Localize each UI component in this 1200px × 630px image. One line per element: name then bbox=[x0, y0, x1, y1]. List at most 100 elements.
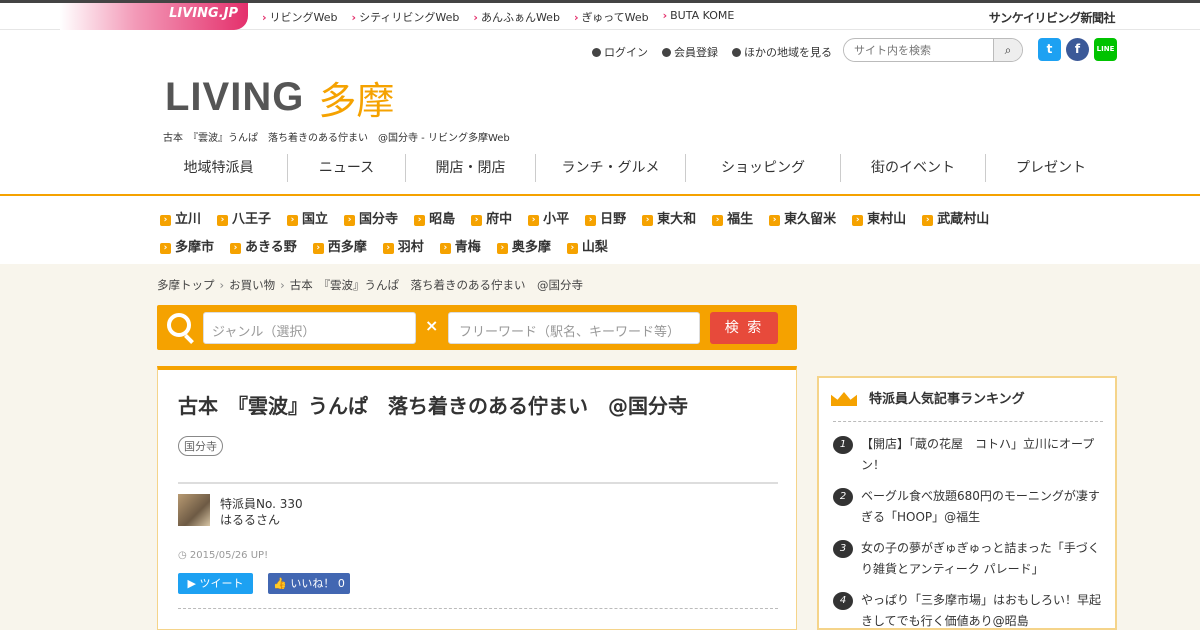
breadcrumb-current: 古本 『雲波』うんぱ 落ち着きのある佇まい @国分寺 bbox=[289, 278, 583, 292]
chevron-right-icon: › bbox=[280, 278, 285, 292]
area-links: 立川 八王子 国立 国分寺 昭島 府中 小平 日野 東大和 福生 東久留米 東村… bbox=[0, 196, 1200, 264]
twitter-icon: ▶ bbox=[187, 577, 200, 590]
nav-lunch-gourmet[interactable]: ランチ・グルメ bbox=[536, 154, 686, 182]
breadcrumb: 多摩トップ › お買い物 › 古本 『雲波』うんぱ 落ち着きのある佇まい @国分寺 bbox=[157, 277, 583, 293]
arrow-icon bbox=[732, 48, 741, 57]
link-anfan-web[interactable]: あんふぁんWeb bbox=[473, 9, 560, 25]
tweet-button[interactable]: ▶ ツイート bbox=[178, 573, 253, 594]
area-higashiyamato[interactable]: 東大和 bbox=[642, 208, 696, 227]
area-kunitachi[interactable]: 国立 bbox=[287, 208, 328, 227]
site-search-input[interactable] bbox=[844, 39, 992, 61]
nav-shopping[interactable]: ショッピング bbox=[686, 154, 841, 182]
rank-number: 2 bbox=[833, 488, 853, 506]
ranking-title: 特派員人気記事ランキング bbox=[869, 391, 1025, 407]
site-header: ログイン 会員登録 ほかの地域を見る ⌕ t f LINE LIVING 多摩 … bbox=[0, 30, 1200, 196]
ranking-item[interactable]: 3 女の子の夢がぎゅぎゅっと詰まった「手づくり雑貨とアンティーク パレード」 bbox=[833, 538, 1103, 580]
area-musashimurayama[interactable]: 武蔵村山 bbox=[922, 208, 989, 227]
arrow-icon bbox=[592, 48, 601, 57]
ranking-item-text: やっぱり「三多摩市場」はおもしろい！早起きしてでも行く価値あり@昭島 bbox=[861, 593, 1102, 628]
area-hachioji[interactable]: 八王子 bbox=[217, 208, 271, 227]
area-fuchu[interactable]: 府中 bbox=[471, 208, 512, 227]
ranking-item[interactable]: 2 ベーグル食べ放題680円のモーニングが凄すぎる「HOOP」@福生 bbox=[833, 486, 1103, 528]
area-hamura[interactable]: 羽村 bbox=[383, 236, 424, 255]
area-kodaira[interactable]: 小平 bbox=[528, 208, 569, 227]
facebook-icon[interactable]: f bbox=[1066, 38, 1089, 61]
global-nav: 地域特派員 ニュース 開店・閉店 ランチ・グルメ ショッピング 街のイベント プ… bbox=[150, 154, 1116, 182]
avatar[interactable] bbox=[178, 494, 210, 526]
breadcrumb-home[interactable]: 多摩トップ bbox=[157, 278, 215, 292]
free-word-input[interactable]: フリーワード（駅名、キーワード等） bbox=[448, 312, 700, 344]
area-row-1: 立川 八王子 国立 国分寺 昭島 府中 小平 日野 東大和 福生 東久留米 東村… bbox=[160, 208, 1005, 227]
times-icon: × bbox=[425, 316, 439, 335]
login-link[interactable]: ログイン bbox=[592, 44, 648, 60]
author-name[interactable]: はるるさん bbox=[220, 511, 280, 528]
thumbs-up-icon: 👍 bbox=[273, 577, 291, 590]
living-jp-logo[interactable]: LIVING.JP bbox=[60, 3, 248, 30]
article-title: 古本 『雲波』うんぱ 落ち着きのある佇まい @国分寺 bbox=[178, 394, 688, 418]
region-name: 多摩 bbox=[318, 79, 395, 123]
rank-number: 4 bbox=[833, 592, 853, 610]
ranking-item-text: 女の子の夢がぎゅぎゅっと詰まった「手づくり雑貨とアンティーク パレード」 bbox=[861, 541, 1100, 576]
crown-icon bbox=[829, 386, 859, 408]
ranking-item[interactable]: 1 【開店】「蔵の花屋 コトハ」立川にオープン！ bbox=[833, 434, 1103, 476]
nav-events[interactable]: 街のイベント bbox=[841, 154, 986, 182]
area-ome[interactable]: 青梅 bbox=[440, 236, 481, 255]
living-wordmark: LIVING bbox=[165, 75, 305, 119]
twitter-icon[interactable]: t bbox=[1038, 38, 1061, 61]
area-akishima[interactable]: 昭島 bbox=[414, 208, 455, 227]
link-city-living-web[interactable]: シティリビングWeb bbox=[352, 9, 459, 25]
sns-links: t f LINE bbox=[1038, 38, 1117, 61]
site-logo[interactable]: LIVING 多摩 bbox=[165, 70, 394, 125]
area-akiruno[interactable]: あきる野 bbox=[230, 236, 297, 255]
article-search-bar: ジャンル（選択） × フリーワード（駅名、キーワード等） 検 索 bbox=[157, 305, 797, 350]
genre-select[interactable]: ジャンル（選択） bbox=[203, 312, 416, 344]
area-tama[interactable]: 多摩市 bbox=[160, 236, 214, 255]
ranking-item-text: 【開店】「蔵の花屋 コトハ」立川にオープン！ bbox=[861, 437, 1095, 472]
breadcrumb-shopping[interactable]: お買い物 bbox=[229, 278, 275, 292]
area-higashikurume[interactable]: 東久留米 bbox=[769, 208, 836, 227]
register-link[interactable]: 会員登録 bbox=[662, 44, 718, 60]
nav-present[interactable]: プレゼント bbox=[986, 154, 1116, 182]
ranking-panel: 特派員人気記事ランキング 1 【開店】「蔵の花屋 コトハ」立川にオープン！ 2 ベー… bbox=[817, 376, 1117, 630]
area-fussa[interactable]: 福生 bbox=[712, 208, 753, 227]
link-gyutte-web[interactable]: ぎゅってWeb bbox=[574, 9, 648, 25]
rank-number: 3 bbox=[833, 540, 853, 558]
nav-correspondent[interactable]: 地域特派員 bbox=[150, 154, 288, 182]
article-card: 古本 『雲波』うんぱ 落ち着きのある佇まい @国分寺 国分寺 特派員No. 33… bbox=[157, 366, 797, 630]
page-subtitle: 古本 『雲波』うんぱ 落ち着きのある佇まい @国分寺 - リビング多摩Web bbox=[163, 133, 510, 144]
nav-news[interactable]: ニュース bbox=[288, 154, 406, 182]
ranking-item-text: ベーグル食べ放題680円のモーニングが凄すぎる「HOOP」@福生 bbox=[861, 489, 1100, 524]
area-row-2: 多摩市 あきる野 西多摩 羽村 青梅 奥多摩 山梨 bbox=[160, 236, 624, 255]
divider bbox=[178, 482, 778, 484]
arrow-icon bbox=[662, 48, 671, 57]
area-nishitama[interactable]: 西多摩 bbox=[313, 236, 367, 255]
ranking-item[interactable]: 4 やっぱり「三多摩市場」はおもしろい！早起きしてでも行く価値あり@昭島 bbox=[833, 590, 1103, 630]
top-links: リビングWeb シティリビングWeb あんふぁんWeb ぎゅってWeb BUTA… bbox=[262, 9, 735, 25]
search-icon[interactable]: ⌕ bbox=[993, 39, 1022, 61]
divider bbox=[178, 608, 778, 609]
chevron-right-icon: › bbox=[219, 278, 225, 292]
rank-number: 1 bbox=[833, 436, 853, 454]
author-number[interactable]: 特派員No. 330 bbox=[220, 495, 303, 512]
divider bbox=[833, 421, 1103, 422]
nav-open-close[interactable]: 開店・閉店 bbox=[406, 154, 536, 182]
area-higashimurayama[interactable]: 東村山 bbox=[852, 208, 906, 227]
site-search: ⌕ bbox=[843, 38, 1023, 62]
search-button[interactable]: 検 索 bbox=[710, 312, 778, 344]
clock-icon: ◷ bbox=[178, 550, 190, 561]
main-content: 多摩トップ › お買い物 › 古本 『雲波』うんぱ 落ち着きのある佇まい @国分寺 ジャ… bbox=[0, 264, 1200, 630]
top-bar: LIVING.JP リビングWeb シティリビングWeb あんふぁんWeb ぎゅ… bbox=[0, 0, 1200, 30]
link-living-web[interactable]: リビングWeb bbox=[262, 9, 338, 25]
other-regions-link[interactable]: ほかの地域を見る bbox=[732, 44, 832, 60]
sankei-living-logo[interactable]: サンケイリビング新聞社 bbox=[989, 9, 1116, 26]
area-hino[interactable]: 日野 bbox=[585, 208, 626, 227]
ranking-header: 特派員人気記事ランキング bbox=[829, 386, 1025, 408]
like-button[interactable]: 👍 いいね！ 0 bbox=[268, 573, 350, 594]
area-okutama[interactable]: 奥多摩 bbox=[497, 236, 551, 255]
line-icon[interactable]: LINE bbox=[1094, 38, 1117, 61]
link-buta-kome[interactable]: BUTA KOME bbox=[663, 9, 734, 25]
area-yamanashi[interactable]: 山梨 bbox=[567, 236, 608, 255]
area-tag[interactable]: 国分寺 bbox=[178, 436, 223, 456]
area-tachikawa[interactable]: 立川 bbox=[160, 208, 201, 227]
area-kokubunji[interactable]: 国分寺 bbox=[344, 208, 398, 227]
